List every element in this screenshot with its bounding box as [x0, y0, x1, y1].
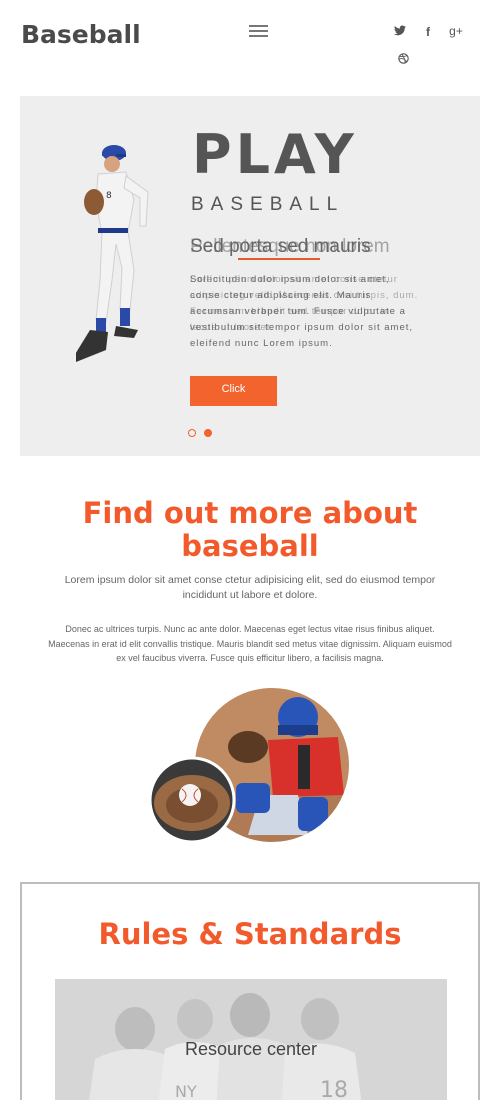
hero-title: PLAY — [192, 123, 358, 186]
dribbble-icon[interactable] — [395, 53, 411, 67]
svg-text:8: 8 — [106, 191, 112, 201]
hamburger-menu-icon[interactable] — [249, 25, 268, 39]
about-title-line2: baseball — [181, 529, 319, 563]
pitcher-image: 8 — [76, 145, 149, 362]
about-body: Donec ac ultrices turpis. Nunc ac ante d… — [48, 624, 452, 663]
resource-center-caption[interactable]: Resource center — [55, 1039, 447, 1060]
svg-text:NY: NY — [175, 1082, 197, 1100]
about-lead: Lorem ipsum dolor sit amet conse ctetur … — [64, 574, 436, 601]
rules-title: Rules & Standards — [98, 917, 402, 951]
facebook-icon[interactable]: f — [420, 25, 436, 39]
hero-description-next: Lorem ipsum dolor sit amet conse ctetur … — [190, 274, 419, 333]
site-logo[interactable]: Baseball — [21, 20, 141, 49]
hero-click-button[interactable]: Click — [190, 376, 277, 406]
hero-tagline-next: Pellentesque non lorem — [190, 236, 390, 257]
about-title: Find out more about baseball — [0, 497, 500, 563]
slider-dot-1[interactable] — [188, 429, 196, 437]
slider-dot-2[interactable] — [204, 429, 212, 437]
resource-center-card[interactable]: 18 NY Resource center — [55, 979, 447, 1100]
hero-slider: 8 PLAY BASEBALL Sed porta sed mauris Pel… — [20, 96, 480, 456]
about-title-line1: Find out more about — [82, 496, 418, 530]
twitter-icon[interactable] — [392, 25, 408, 39]
svg-text:18: 18 — [320, 1078, 348, 1100]
rules-section: Rules & Standards 18 NY Resource center — [20, 882, 480, 1100]
baseball-photo-circles — [148, 686, 351, 844]
google-plus-icon[interactable]: g+ — [448, 24, 464, 38]
hero-underline — [238, 258, 320, 260]
hero-subtitle: BASEBALL — [191, 194, 345, 215]
